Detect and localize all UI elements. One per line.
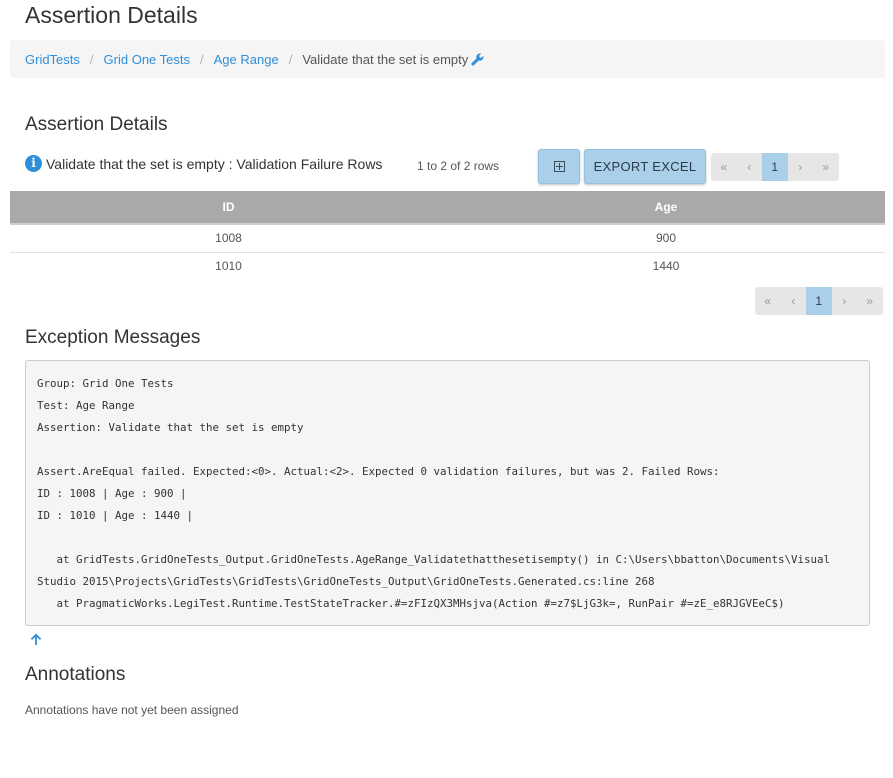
breadcrumb-current: Validate that the set is empty: [302, 51, 469, 67]
exception-line: ID : 1010 | Age : 1440 |: [37, 509, 194, 522]
exception-line: at PragmaticWorks.LegiTest.Runtime.TestS…: [37, 597, 785, 610]
exception-messages-heading: Exception Messages: [25, 327, 201, 348]
cell-age: 900: [447, 224, 885, 253]
page-title: Assertion Details: [25, 2, 198, 28]
exception-message-block: Group: Grid One Tests Test: Age Range As…: [25, 360, 870, 626]
next-page-button[interactable]: ›: [832, 287, 858, 315]
cell-id: 1008: [10, 224, 447, 253]
caption-text: Validate that the set is empty : Validat…: [46, 156, 383, 172]
last-page-button[interactable]: »: [857, 287, 883, 315]
exception-line: [37, 439, 858, 461]
annotations-heading: Annotations: [25, 664, 126, 685]
failure-rows-table: ID Age 1008 900 1010 1440: [10, 191, 885, 280]
cell-age: 1440: [652, 259, 680, 274]
breadcrumb-link-grid-one-tests[interactable]: Grid One Tests: [104, 52, 190, 67]
prev-page-button[interactable]: ‹: [781, 287, 807, 315]
page-number-button[interactable]: 1: [806, 287, 832, 315]
breadcrumb-separator: /: [288, 51, 293, 67]
exception-line: Test: Age Range: [37, 399, 135, 412]
info-icon[interactable]: i: [25, 154, 42, 172]
page-number-button[interactable]: 1: [762, 153, 788, 181]
pagination-top: « ‹ 1 › »: [711, 153, 839, 181]
exception-line: Group: Grid One Tests: [37, 377, 174, 390]
first-page-button[interactable]: «: [711, 153, 737, 181]
arrow-up-icon[interactable]: [29, 632, 43, 646]
row-count: 1 to 2 of 2 rows: [417, 159, 500, 173]
column-header-age[interactable]: Age: [447, 191, 885, 225]
annotations-empty-text: Annotations have not yet been assigned: [25, 703, 239, 717]
pagination-bottom: « ‹ 1 › »: [755, 287, 883, 315]
wrench-icon[interactable]: [471, 53, 484, 66]
breadcrumb-separator: /: [200, 51, 204, 67]
table-row[interactable]: 1010 1440: [10, 252, 885, 280]
column-toggle-button[interactable]: [538, 149, 580, 184]
breadcrumb-separator: /: [89, 51, 94, 67]
prev-page-button[interactable]: ‹: [737, 153, 763, 181]
first-page-button[interactable]: «: [755, 287, 781, 315]
assertion-details-heading: Assertion Details: [25, 114, 168, 135]
export-excel-button[interactable]: EXPORT EXCEL: [584, 149, 706, 184]
exception-line: [37, 527, 858, 549]
breadcrumb-link-age-range[interactable]: Age Range: [214, 52, 279, 67]
exception-line: Assert.AreEqual failed. Expected:<0>. Ac…: [37, 465, 720, 478]
breadcrumb: GridTests / Grid One Tests / Age Range /…: [10, 40, 885, 78]
last-page-button[interactable]: »: [813, 153, 839, 181]
next-page-button[interactable]: ›: [788, 153, 814, 181]
table-header-row: ID Age: [10, 191, 885, 225]
cell-id: 1010: [215, 259, 242, 274]
table-row[interactable]: 1008 900: [10, 224, 885, 253]
exception-line: Assertion: Validate that the set is empt…: [37, 421, 304, 434]
breadcrumb-link-gridtests[interactable]: GridTests: [25, 52, 80, 67]
plus-square-icon: [553, 161, 565, 172]
column-header-id[interactable]: ID: [10, 191, 447, 225]
exception-line: at GridTests.GridOneTests_Output.GridOne…: [37, 553, 837, 588]
exception-line: ID : 1008 | Age : 900 |: [37, 487, 187, 500]
table-caption: i Validate that the set is empty : Valid…: [25, 154, 383, 172]
